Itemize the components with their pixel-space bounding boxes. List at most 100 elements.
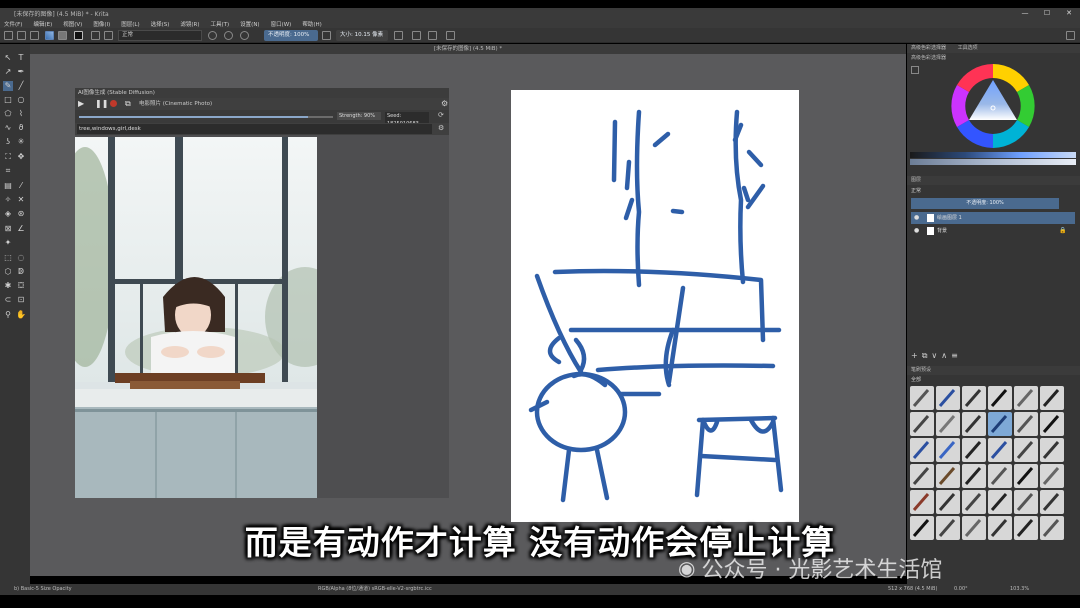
new-file-icon[interactable]: [4, 31, 13, 40]
size-slider[interactable]: 大小: 10.15 像素: [336, 30, 388, 41]
brush-preset-selected[interactable]: [988, 412, 1012, 436]
brush-preset[interactable]: [988, 438, 1012, 462]
brush-preset[interactable]: [910, 438, 934, 462]
bezier-tool-icon[interactable]: ∿: [3, 123, 13, 133]
color-settings-icon[interactable]: [911, 66, 919, 74]
reload-icon[interactable]: [240, 31, 249, 40]
layer-opacity-slider[interactable]: 不透明度: 100%: [911, 198, 1059, 209]
alpha-lock-icon[interactable]: [224, 31, 233, 40]
gradient-tool-icon[interactable]: ▤: [3, 181, 13, 191]
calligraphy-tool-icon[interactable]: ✒: [16, 67, 26, 77]
record-icon[interactable]: [110, 100, 117, 107]
brush-preset[interactable]: [962, 412, 986, 436]
menu-select[interactable]: 选择(S): [151, 20, 170, 28]
history-icon[interactable]: ⧉: [125, 99, 131, 109]
rectangle-tool-icon[interactable]: □: [3, 95, 13, 105]
freehand-brush-tool-icon[interactable]: ✎: [3, 81, 13, 91]
settings-icon[interactable]: ⚙: [441, 99, 448, 108]
contiguous-select-tool-icon[interactable]: ✱: [3, 281, 13, 291]
mirror-vertical-icon[interactable]: [428, 31, 437, 40]
brush-preset[interactable]: [962, 386, 986, 410]
menu-settings[interactable]: 设置(N): [240, 20, 259, 28]
layer-row[interactable]: ● 背景 🔒: [911, 225, 1075, 237]
duplicate-layer-icon[interactable]: ⧉: [922, 351, 932, 360]
enclose-fill-tool-icon[interactable]: ⊛: [16, 209, 26, 219]
color-wheel[interactable]: [949, 62, 1037, 150]
prompt-input[interactable]: tree,windows,girl,desk: [77, 124, 432, 134]
brush-preset[interactable]: [1014, 464, 1038, 488]
brush-preset[interactable]: [910, 386, 934, 410]
dynamic-brush-tool-icon[interactable]: ʖ: [3, 137, 13, 147]
rect-select-tool-icon[interactable]: ⬚: [3, 253, 13, 263]
smart-patch-tool-icon[interactable]: ✧: [3, 195, 13, 205]
magnetic-select-tool-icon[interactable]: ⊡: [16, 295, 26, 305]
zoom-tool-icon[interactable]: ⚲: [3, 310, 13, 320]
brush-preset[interactable]: [936, 490, 960, 514]
seed-reset-icon[interactable]: ⟳: [438, 111, 444, 119]
brush-filter-select[interactable]: 全部: [911, 376, 1031, 385]
pause-icon[interactable]: ❚❚: [95, 99, 108, 108]
color-picker-tool-icon[interactable]: ⁄: [16, 181, 26, 191]
brush-preset[interactable]: [988, 490, 1012, 514]
brush-preset[interactable]: [1014, 386, 1038, 410]
document-tab[interactable]: [未保存的图像] (4.5 MiB) *: [30, 44, 906, 54]
tab-color-selector[interactable]: 高级色彩选择器: [911, 45, 946, 51]
brush-preset[interactable]: [936, 412, 960, 436]
brush-preset[interactable]: [1040, 490, 1064, 514]
freehand-path-tool-icon[interactable]: ϑ: [16, 123, 26, 133]
menu-window[interactable]: 窗口(W): [271, 20, 292, 28]
color-strip-2[interactable]: [910, 159, 1076, 165]
bezier-select-tool-icon[interactable]: ⊂: [3, 295, 13, 305]
transform-tool-icon[interactable]: ⛶: [3, 152, 13, 162]
polygon-tool-icon[interactable]: ⬠: [3, 109, 13, 119]
select-shapes-tool-icon[interactable]: ↖: [3, 53, 13, 63]
crop-tool-icon[interactable]: ⌗: [3, 166, 13, 176]
brush-preset[interactable]: [988, 464, 1012, 488]
save-file-icon[interactable]: [30, 31, 39, 40]
menu-filter[interactable]: 滤镜(R): [180, 20, 199, 28]
layer-row[interactable]: ● 绘画图层 1: [911, 212, 1075, 224]
line-tool-icon[interactable]: ╱: [16, 81, 26, 91]
brush-preset[interactable]: [1040, 438, 1064, 462]
brush-preset[interactable]: [910, 412, 934, 436]
gradient-icon[interactable]: [45, 31, 54, 40]
open-file-icon[interactable]: [17, 31, 26, 40]
move-tool-icon[interactable]: ✥: [16, 152, 26, 162]
multibrush-tool-icon[interactable]: ✳: [16, 137, 26, 147]
menu-file[interactable]: 文件(F): [4, 20, 22, 28]
add-layer-icon[interactable]: +: [911, 351, 922, 360]
freehand-select-tool-icon[interactable]: ↁ: [16, 267, 26, 277]
brush-settings-icon[interactable]: [91, 31, 100, 40]
minimize-button[interactable]: —: [1014, 8, 1036, 19]
brush-preset[interactable]: [936, 464, 960, 488]
color-strip[interactable]: [910, 152, 1076, 158]
assistant-tool-icon[interactable]: ✕: [16, 195, 26, 205]
ellipse-tool-icon[interactable]: ○: [16, 95, 26, 105]
menu-help[interactable]: 帮助(H): [302, 20, 321, 28]
layer-menu-icon[interactable]: ≡: [951, 351, 962, 360]
perspective-grid-tool-icon[interactable]: ⊠: [3, 224, 13, 234]
mirror-horizontal-icon[interactable]: [412, 31, 421, 40]
brush-preset[interactable]: [1014, 490, 1038, 514]
menu-tools[interactable]: 工具(T): [211, 20, 230, 28]
workspace-icon[interactable]: [1066, 31, 1075, 40]
brush-preset[interactable]: [1014, 412, 1038, 436]
fill-tool-icon[interactable]: ◈: [3, 209, 13, 219]
brush-preset[interactable]: [910, 490, 934, 514]
layer-blend-select[interactable]: 正常: [911, 186, 1071, 196]
brush-preset[interactable]: [910, 464, 934, 488]
size-pressure-icon[interactable]: [394, 31, 403, 40]
brush-preset[interactable]: [962, 490, 986, 514]
brush-preset[interactable]: [936, 438, 960, 462]
visibility-eye-icon[interactable]: ●: [914, 225, 919, 237]
brush-preset[interactable]: [1040, 464, 1064, 488]
eraser-icon[interactable]: [208, 31, 217, 40]
generate-icon[interactable]: ▶: [78, 99, 84, 108]
text-tool-icon[interactable]: T: [16, 53, 26, 63]
menu-layer[interactable]: 图层(L): [121, 20, 139, 28]
foreground-color-icon[interactable]: [74, 31, 83, 40]
move-up-icon[interactable]: ∧: [941, 351, 951, 360]
brush-preset[interactable]: [988, 386, 1012, 410]
polyline-tool-icon[interactable]: ⌇: [16, 109, 26, 119]
menu-edit[interactable]: 编辑(E): [33, 20, 52, 28]
